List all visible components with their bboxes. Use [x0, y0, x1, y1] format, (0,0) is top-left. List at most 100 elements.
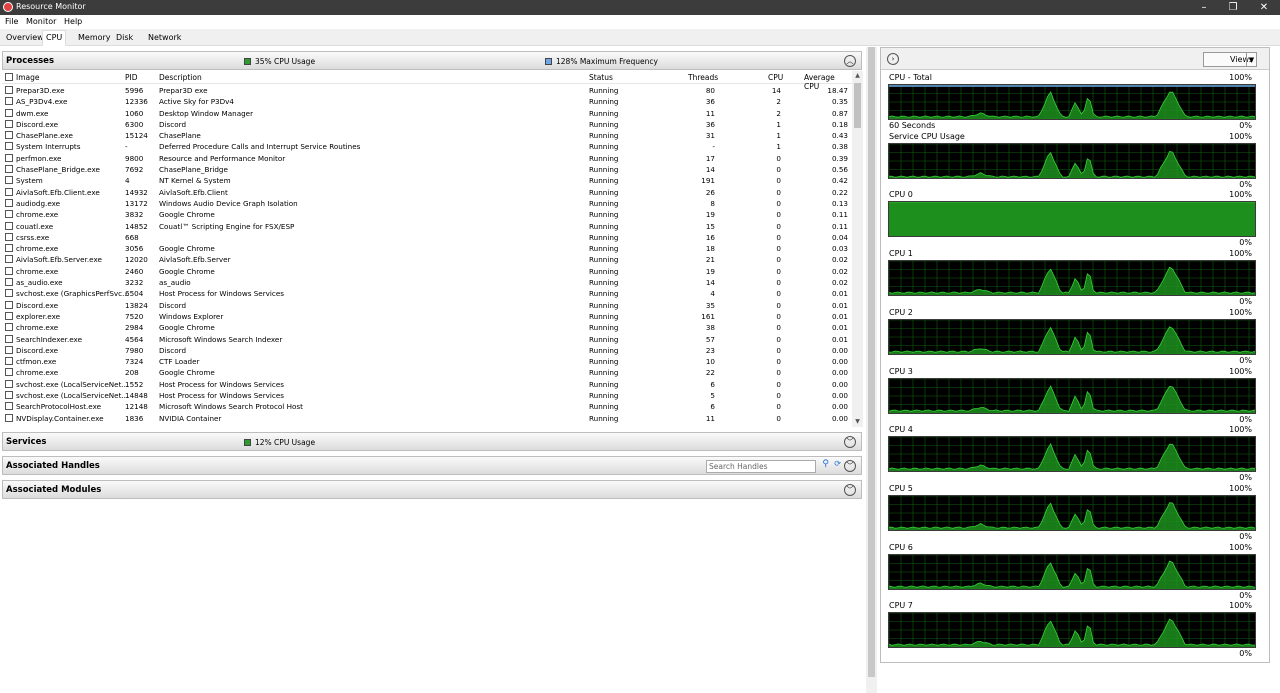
left-pane-scrollbar[interactable] — [866, 47, 877, 693]
table-row[interactable]: svchost.exe (LocalServiceNet... 14848 Host… — [2, 390, 852, 401]
row-checkbox[interactable] — [5, 278, 13, 287]
row-checkbox[interactable] — [5, 379, 13, 388]
row-checkbox[interactable] — [5, 311, 13, 320]
row-checkbox[interactable] — [5, 210, 13, 219]
table-row[interactable]: SearchIndexer.exe 4564 Microsoft Windows S… — [2, 334, 852, 345]
row-checkbox[interactable] — [5, 402, 13, 411]
row-checkbox[interactable] — [5, 391, 13, 400]
table-row[interactable]: dwm.exe 1060 Desktop Window Manager Running… — [2, 108, 852, 119]
table-row[interactable]: chrome.exe 2460 Google Chrome Running 19 0 0.0… — [2, 266, 852, 277]
search-icon[interactable]: ⚲ — [822, 459, 829, 469]
row-checkbox[interactable] — [5, 323, 13, 332]
processes-scrollbar[interactable]: ▲ ▼ — [852, 71, 863, 427]
services-section-header[interactable]: Services 12% CPU Usage ﹀ — [2, 432, 862, 451]
refresh-search-icon[interactable]: ⟳ — [834, 459, 841, 468]
chevron-down-icon[interactable]: ﹀ — [844, 460, 856, 472]
row-checkbox[interactable] — [5, 244, 13, 253]
minimize-button[interactable]: – — [1196, 1, 1212, 14]
column-header-cpu[interactable]: CPU — [768, 73, 783, 82]
row-checkbox[interactable] — [5, 153, 13, 162]
row-checkbox[interactable] — [5, 97, 13, 106]
row-checkbox[interactable] — [5, 142, 13, 151]
row-checkbox[interactable] — [5, 108, 13, 117]
chevron-down-icon[interactable]: ﹀ — [844, 484, 856, 496]
dropdown-arrow-icon[interactable]: ▼ — [1246, 53, 1256, 66]
table-row[interactable]: ctfmon.exe 7324 CTF Loader Running 10 0 0.00 — [2, 356, 852, 367]
row-checkbox[interactable] — [5, 289, 13, 298]
table-row[interactable]: Discord.exe 6300 Discord Running 36 1 0.18 — [2, 119, 852, 130]
search-handles-input[interactable]: Search Handles — [706, 460, 816, 473]
table-row[interactable]: svchost.exe (GraphicsPerfSvc... 6504 Host … — [2, 288, 852, 299]
expand-right-icon[interactable]: › — [887, 53, 899, 65]
table-row[interactable]: ChasePlane_Bridge.exe 7692 ChasePlane_Brid… — [2, 164, 852, 175]
tab-cpu[interactable]: CPU — [42, 30, 67, 46]
row-checkbox[interactable] — [5, 198, 13, 207]
column-header-image[interactable]: Image — [16, 73, 40, 82]
row-checkbox[interactable] — [5, 334, 13, 343]
table-row[interactable]: chrome.exe 3056 Google Chrome Running 18 0 0.0… — [2, 243, 852, 254]
cell-description: Windows Audio Device Graph Isolation — [159, 198, 298, 208]
select-all-checkbox[interactable] — [5, 73, 13, 81]
modules-section-header[interactable]: Associated Modules ﹀ — [2, 480, 862, 499]
row-checkbox[interactable] — [5, 300, 13, 309]
row-checkbox[interactable] — [5, 131, 13, 140]
processes-scrollbar-thumb[interactable] — [854, 83, 861, 128]
views-dropdown[interactable]: Views ▼ — [1203, 52, 1257, 67]
table-row[interactable]: svchost.exe (LocalServiceNet... 1552 Host … — [2, 379, 852, 390]
table-row[interactable]: System 4 NT Kernel & System Running 191 0 0.42 — [2, 175, 852, 186]
column-header-description[interactable]: Description — [159, 73, 202, 82]
table-row[interactable]: ChasePlane.exe 15124 ChasePlane Running 31 1 0… — [2, 130, 852, 141]
table-row[interactable]: AS_P3Dv4.exe 12336 Active Sky for P3Dv4 Run… — [2, 96, 852, 107]
tab-memory[interactable]: Memory — [75, 31, 114, 46]
row-checkbox[interactable] — [5, 368, 13, 377]
table-row[interactable]: perfmon.exe 9800 Resource and Performance … — [2, 153, 852, 164]
table-row[interactable]: csrss.exe 668 Running 16 0 0.04 — [2, 232, 852, 243]
column-header-status[interactable]: Status — [589, 73, 613, 82]
scroll-down-arrow-icon[interactable]: ▼ — [852, 417, 863, 427]
row-checkbox[interactable] — [5, 176, 13, 185]
table-row[interactable]: AivlaSoft.Efb.Client.exe 14932 AivlaSoft.E… — [2, 187, 852, 198]
table-row[interactable]: audiodg.exe 13172 Windows Audio Device Gra… — [2, 198, 852, 209]
table-row[interactable]: couatl.exe 14852 Couatl™ Scripting Engine … — [2, 221, 852, 232]
row-checkbox[interactable] — [5, 266, 13, 275]
row-checkbox[interactable] — [5, 165, 13, 174]
left-pane-scrollbar-thumb[interactable] — [868, 47, 875, 677]
table-row[interactable]: as_audio.exe 3232 as_audio Running 14 0 0.02 — [2, 277, 852, 288]
close-button[interactable]: ✕ — [1256, 1, 1272, 14]
table-row[interactable]: System Interrupts - Deferred Procedure Cal… — [2, 141, 852, 152]
row-checkbox[interactable] — [5, 221, 13, 230]
chevron-up-icon[interactable]: ︿ — [844, 55, 856, 67]
tab-overview[interactable]: Overview — [3, 31, 47, 46]
table-row[interactable]: Discord.exe 7980 Discord Running 23 0 0.00 — [2, 345, 852, 356]
column-header-threads[interactable]: Threads — [688, 73, 718, 82]
tab-network[interactable]: Network — [145, 31, 184, 46]
column-header-pid[interactable]: PID — [125, 73, 138, 82]
table-row[interactable]: Prepar3D.exe 5996 Prepar3D exe Running 80 14 1… — [2, 85, 852, 96]
scroll-up-arrow-icon[interactable]: ▲ — [852, 71, 863, 81]
table-row[interactable]: chrome.exe 2984 Google Chrome Running 38 0 0.0… — [2, 322, 852, 333]
row-checkbox[interactable] — [5, 86, 13, 94]
row-checkbox[interactable] — [5, 413, 13, 422]
cell-image: as_audio.exe — [16, 278, 63, 288]
table-row[interactable]: Discord.exe 13824 Discord Running 35 0 0.01 — [2, 300, 852, 311]
table-row[interactable]: AivlaSoft.Efb.Server.exe 12020 AivlaSoft.E… — [2, 254, 852, 265]
table-row[interactable]: explorer.exe 7520 Windows Explorer Running 1… — [2, 311, 852, 322]
row-checkbox[interactable] — [5, 357, 13, 366]
table-row[interactable]: chrome.exe 3832 Google Chrome Running 19 0 0.1… — [2, 209, 852, 220]
handles-section-header[interactable]: Associated Handles Search Handles ⚲ ⟳ ﹀ — [2, 456, 862, 475]
row-checkbox[interactable] — [5, 255, 13, 264]
row-checkbox[interactable] — [5, 232, 13, 241]
menu-file[interactable]: File — [5, 17, 18, 26]
chevron-down-icon[interactable]: ﹀ — [844, 436, 856, 448]
processes-section-header[interactable]: Processes 35% CPU Usage 128% Maximum Fre… — [2, 51, 862, 70]
row-checkbox[interactable] — [5, 345, 13, 354]
row-checkbox[interactable] — [5, 119, 13, 128]
table-row[interactable]: NVDisplay.Container.exe 1836 NVIDIA Contai… — [2, 413, 852, 424]
row-checkbox[interactable] — [5, 187, 13, 196]
tab-disk[interactable]: Disk — [113, 31, 136, 46]
maximize-button[interactable]: ❐ — [1225, 1, 1241, 14]
table-row[interactable]: SearchProtocolHost.exe 12148 Microsoft Win… — [2, 401, 852, 412]
menu-monitor[interactable]: Monitor — [26, 17, 56, 26]
table-row[interactable]: chrome.exe 208 Google Chrome Running 22 0 0.00 — [2, 367, 852, 378]
menu-help[interactable]: Help — [64, 17, 82, 26]
